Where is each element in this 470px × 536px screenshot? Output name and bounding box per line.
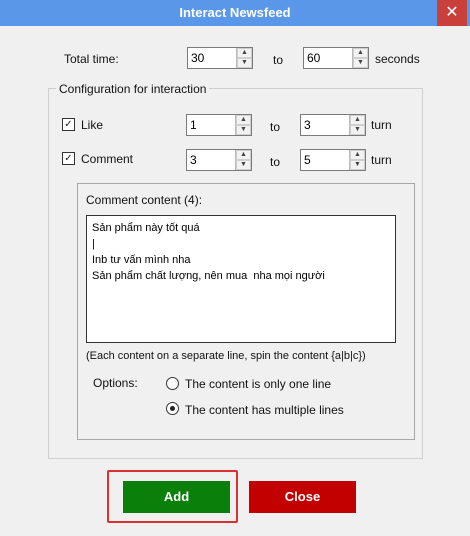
comment-to-input[interactable]	[301, 150, 348, 170]
config-group-title: Configuration for interaction	[56, 82, 210, 96]
spin-down-icon[interactable]: ▼	[236, 160, 251, 170]
spin-up-icon[interactable]: ▲	[236, 115, 251, 125]
total-time-to-input[interactable]	[304, 48, 351, 68]
comment-from-input[interactable]	[187, 150, 234, 170]
spin-down-icon[interactable]: ▼	[350, 125, 365, 135]
comment-from-stepper[interactable]: ▲ ▼	[186, 149, 252, 171]
add-button[interactable]: Add	[123, 481, 230, 513]
spin-down-icon[interactable]: ▼	[236, 125, 251, 135]
comment-label: Comment	[81, 152, 134, 166]
total-time-from-input[interactable]	[188, 48, 235, 68]
close-button[interactable]: Close	[249, 481, 356, 513]
radio-selected-dot	[170, 406, 175, 411]
radio-multiple-lines[interactable]	[166, 402, 179, 415]
like-to-input[interactable]	[301, 115, 348, 135]
options-label: Options:	[93, 376, 138, 390]
comment-to-stepper[interactable]: ▲ ▼	[300, 149, 366, 171]
total-time-from-stepper[interactable]: ▲ ▼	[187, 47, 253, 69]
radio-one-line[interactable]	[166, 377, 179, 390]
like-from-stepper[interactable]: ▲ ▼	[186, 114, 252, 136]
spin-up-icon[interactable]: ▲	[237, 48, 252, 58]
comment-unit: turn	[371, 153, 392, 167]
spin-up-icon[interactable]: ▲	[350, 115, 365, 125]
spin-up-icon[interactable]: ▲	[350, 150, 365, 160]
close-icon[interactable]: ✕	[437, 0, 467, 26]
like-to-stepper[interactable]: ▲ ▼	[300, 114, 366, 136]
spin-up-icon[interactable]: ▲	[236, 150, 251, 160]
spin-down-icon[interactable]: ▼	[350, 160, 365, 170]
comment-content-hint: (Each content on a separate line, spin t…	[86, 350, 366, 362]
total-time-unit: seconds	[375, 52, 420, 66]
comment-checkbox[interactable]: ✓	[62, 152, 75, 165]
total-time-label: Total time:	[64, 52, 119, 66]
spin-up-icon[interactable]: ▲	[353, 48, 368, 58]
like-unit: turn	[371, 118, 392, 132]
radio-multiple-lines-label[interactable]: The content has multiple lines	[185, 403, 344, 417]
like-from-input[interactable]	[187, 115, 234, 135]
comment-content-title: Comment content (4):	[86, 193, 203, 207]
comment-content-textarea[interactable]: Sản phẩm này tốt quá | Inb tư vấn mình n…	[86, 215, 396, 343]
comment-to-label: to	[270, 155, 281, 169]
like-checkbox[interactable]: ✓	[62, 118, 75, 131]
spin-down-icon[interactable]: ▼	[353, 58, 368, 68]
like-to-label: to	[270, 120, 281, 134]
like-label: Like	[81, 118, 104, 132]
radio-one-line-label[interactable]: The content is only one line	[185, 377, 331, 391]
spin-down-icon[interactable]: ▼	[237, 58, 252, 68]
window-title: Interact Newsfeed	[179, 5, 291, 20]
total-time-to-stepper[interactable]: ▲ ▼	[303, 47, 369, 69]
total-time-to-label: to	[273, 53, 284, 67]
